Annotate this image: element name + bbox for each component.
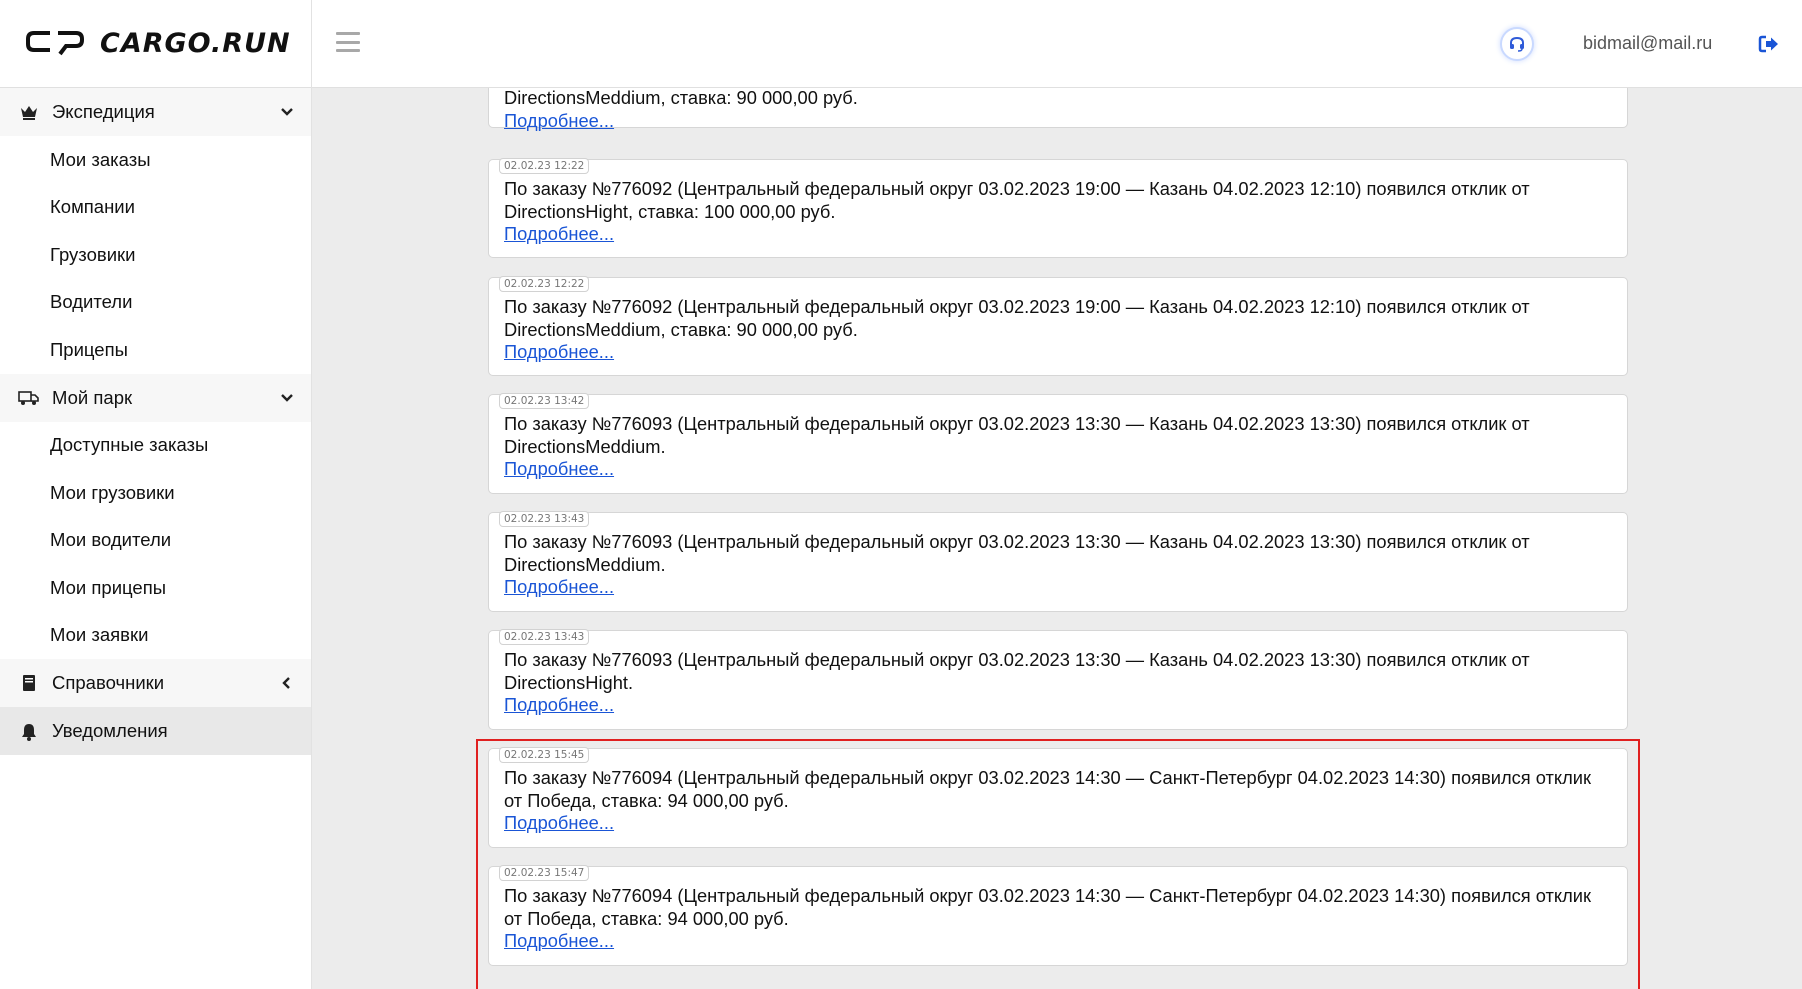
sidebar-group-references[interactable]: Справочники	[0, 659, 311, 707]
support-button[interactable]	[1500, 27, 1534, 61]
sidebar-item-companies[interactable]: Компании	[0, 183, 311, 231]
notification-text: По заказу №776094 (Центральный федеральн…	[504, 767, 1591, 811]
sidebar-group-label: Экспедиция	[52, 101, 155, 122]
notification-card: 02.02.23 15:47 По заказу №776094 (Центра…	[488, 865, 1628, 966]
sidebar-item-drivers[interactable]: Водители	[0, 278, 311, 326]
sidebar-group-my-park[interactable]: Мой парк	[0, 373, 311, 422]
notification-text: По заказу №776092 (Центральный федеральн…	[504, 296, 1530, 340]
notification-card: DirectionsMeddium, ставка: 90 000,00 руб…	[488, 88, 1628, 131]
notification-timestamp: 02.02.23 12:22	[499, 276, 590, 292]
notification-card: 02.02.23 13:42 По заказу №776093 (Центра…	[488, 393, 1628, 494]
details-link[interactable]: Подробнее...	[504, 576, 614, 599]
notification-card: 02.02.23 12:22 По заказу №776092 (Центра…	[488, 276, 1628, 376]
notification-timestamp: 02.02.23 15:47	[499, 865, 590, 881]
sidebar-item-my-drivers[interactable]: Мои водители	[0, 516, 311, 564]
sidebar-item-my-orders[interactable]: Мои заказы	[0, 136, 311, 184]
headset-icon	[1510, 36, 1524, 52]
details-link[interactable]: Подробнее...	[504, 341, 614, 364]
sidebar-item-trucks[interactable]: Грузовики	[0, 231, 311, 279]
notification-card: 02.02.23 13:43 По заказу №776093 (Центра…	[488, 511, 1628, 612]
chevron-left-icon	[282, 677, 290, 689]
hamburger-menu-button[interactable]	[336, 32, 360, 52]
chevron-down-icon	[281, 108, 293, 116]
chevron-down-icon	[281, 393, 293, 402]
notification-text: По заказу №776093 (Центральный федеральн…	[504, 649, 1530, 693]
bell-icon	[18, 721, 40, 741]
sidebar-item-my-trailers[interactable]: Мои прицепы	[0, 564, 311, 612]
notification-text: По заказу №776093 (Центральный федеральн…	[504, 413, 1530, 457]
sidebar-group-notifications[interactable]: Уведомления	[0, 707, 311, 755]
notification-timestamp: 02.02.23 13:43	[499, 511, 590, 527]
logo-text: CARGO.RUN	[100, 28, 291, 59]
details-link[interactable]: Подробнее...	[504, 930, 614, 953]
details-link[interactable]: Подробнее...	[504, 110, 614, 133]
details-link[interactable]: Подробнее...	[504, 694, 614, 717]
notification-card: 02.02.23 13:43 По заказу №776093 (Центра…	[488, 629, 1628, 730]
user-email[interactable]: bidmail@mail.ru	[1583, 33, 1712, 54]
notification-timestamp: 02.02.23 15:45	[499, 747, 590, 763]
sidebar-group-label: Справочники	[52, 672, 165, 693]
notification-timestamp: 02.02.23 13:42	[499, 393, 590, 409]
notification-text: По заказу №776093 (Центральный федеральн…	[504, 531, 1530, 575]
sidebar-item-trailers[interactable]: Прицепы	[0, 326, 311, 374]
sidebar: Экспедиция Мои заказы Компании Грузовики…	[0, 88, 312, 989]
sidebar-item-my-trucks[interactable]: Мои грузовики	[0, 469, 311, 517]
sidebar-group-label: Уведомления	[52, 720, 168, 741]
logo-mark-icon	[26, 30, 84, 55]
truck-icon	[18, 388, 40, 408]
sidebar-group-expedition[interactable]: Экспедиция	[0, 88, 311, 136]
notification-card: 02.02.23 15:45 По заказу №776094 (Центра…	[488, 747, 1628, 848]
crown-icon	[18, 102, 40, 122]
top-header: CARGO.RUN bidmail@mail.ru	[0, 0, 1802, 88]
notification-text: DirectionsMeddium, ставка: 90 000,00 руб…	[504, 88, 858, 108]
notification-timestamp: 02.02.23 13:43	[499, 629, 590, 645]
sidebar-item-my-requests[interactable]: Мои заявки	[0, 611, 311, 659]
logo[interactable]: CARGO.RUN	[0, 0, 312, 88]
notification-text: По заказу №776092 (Центральный федеральн…	[504, 178, 1530, 222]
notification-timestamp: 02.02.23 12:22	[499, 158, 590, 174]
details-link[interactable]: Подробнее...	[504, 223, 614, 246]
notification-card: 02.02.23 12:22 По заказу №776092 (Центра…	[488, 158, 1628, 258]
sidebar-item-available-orders[interactable]: Доступные заказы	[0, 421, 311, 469]
notification-text: По заказу №776094 (Центральный федеральн…	[504, 885, 1591, 929]
notifications-list: DirectionsMeddium, ставка: 90 000,00 руб…	[313, 88, 1802, 989]
book-icon	[18, 673, 40, 693]
details-link[interactable]: Подробнее...	[504, 812, 614, 835]
logout-icon[interactable]	[1758, 33, 1780, 55]
details-link[interactable]: Подробнее...	[504, 458, 614, 481]
sidebar-group-label: Мой парк	[52, 386, 133, 408]
